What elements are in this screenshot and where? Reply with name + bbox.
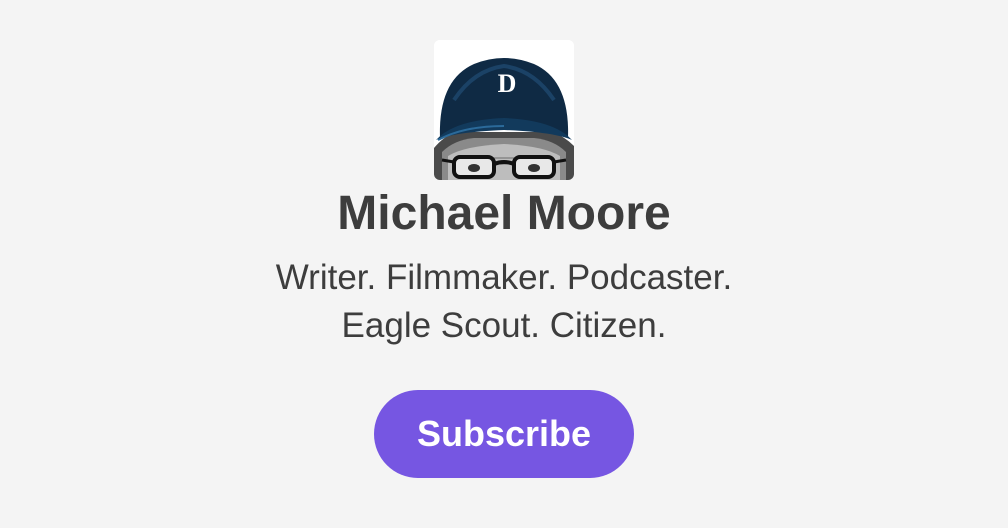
profile-tagline: Writer. Filmmaker. Podcaster. Eagle Scou… [0,254,1008,350]
profile-card: D Michael Moore Writer. Filmmaker. Podca… [0,0,1008,528]
subscribe-button[interactable]: Subscribe [374,390,634,478]
profile-name: Michael Moore [337,187,671,240]
portrait-illustration-icon: D [434,40,574,180]
cap-logo: D [498,69,517,98]
tagline-line-1: Writer. Filmmaker. Podcaster. [275,258,733,297]
tagline-line-2: Eagle Scout. Citizen. [341,306,667,345]
avatar: D [434,40,574,180]
